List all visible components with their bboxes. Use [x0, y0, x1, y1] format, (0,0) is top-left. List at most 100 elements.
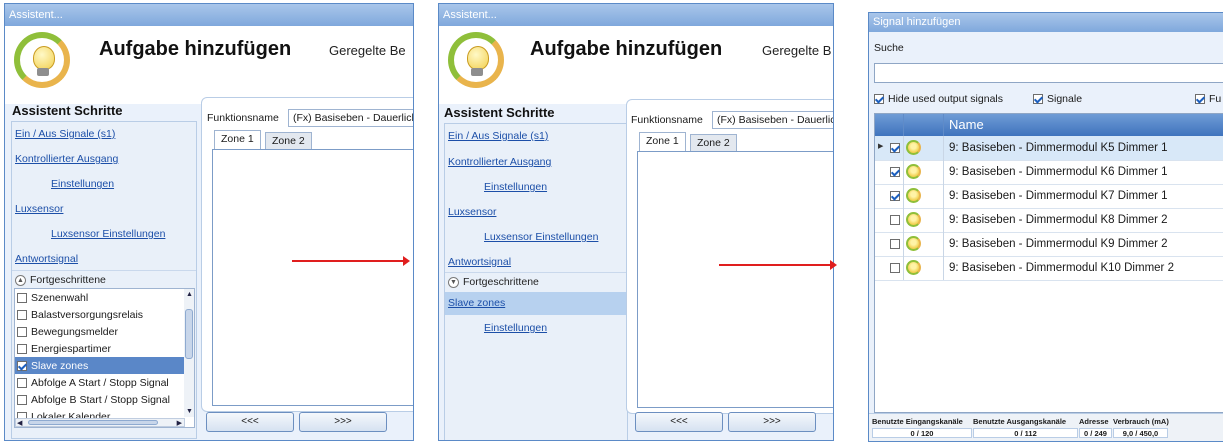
checkbox[interactable] — [890, 263, 900, 273]
step-link-response-signal[interactable]: Antwortsignal — [448, 256, 511, 268]
checkbox[interactable] — [17, 343, 27, 354]
next-button[interactable]: >>> — [728, 412, 816, 432]
checkbox-checked[interactable] — [1195, 94, 1205, 104]
lightbulb-icon — [14, 32, 70, 88]
scroll-down-icon[interactable]: ▼ — [186, 408, 193, 415]
prev-button[interactable]: <<< — [635, 412, 723, 432]
scroll-thumb[interactable] — [28, 420, 158, 425]
checkbox-checked[interactable] — [890, 143, 900, 153]
input-channels-value: 0 / 120 — [872, 428, 972, 438]
table-row[interactable]: 9: Basiseben - Dimmermodul K9 Dimmer 2 — [875, 232, 1223, 257]
address-label: Adresse — [1079, 417, 1109, 426]
search-input[interactable] — [874, 63, 1223, 83]
lightbulb-icon — [906, 188, 921, 203]
grid-header: Name — [875, 114, 1223, 136]
list-item-selected[interactable]: Slave zones — [15, 357, 194, 374]
status-bar: Benutzte Eingangskanäle Benutzte Ausgang… — [869, 413, 1223, 441]
function-name-field[interactable]: (Fx) Basiseben - Dauerlic — [712, 111, 833, 129]
checkbox[interactable] — [17, 309, 27, 320]
steps-title: Assistent Schritte — [12, 103, 123, 118]
step-link-controlled-output[interactable]: Kontrollierter Ausgang — [448, 156, 551, 168]
advanced-toggle[interactable]: ▼ Fortgeschrittene — [448, 276, 539, 288]
list-item[interactable]: Balastversorgungsrelais — [15, 306, 194, 323]
tab-zone-2[interactable]: Zone 2 — [690, 134, 737, 151]
tab-zone-2[interactable]: Zone 2 — [265, 132, 312, 149]
step-link-controlled-output[interactable]: Kontrollierter Ausgang — [15, 153, 118, 165]
step-link-on-off-signals[interactable]: Ein / Aus Signale (s1) — [15, 128, 115, 140]
signal-grid: Name ▶ 9: Basiseben - Dimmermodul K5 Dim… — [874, 113, 1223, 413]
output-channels-label: Benutzte Ausgangskanäle — [973, 417, 1067, 426]
checkbox[interactable] — [17, 292, 27, 303]
table-row[interactable]: 9: Basiseben - Dimmermodul K10 Dimmer 2 — [875, 256, 1223, 281]
steps-title: Assistent Schritte — [444, 105, 555, 120]
wizard-subtitle: Geregelte B — [762, 43, 832, 58]
table-row[interactable]: 9: Basiseben - Dimmermodul K8 Dimmer 2 — [875, 208, 1223, 233]
column-divider — [903, 136, 904, 280]
advanced-label: Fortgeschrittene — [30, 274, 106, 286]
checkbox[interactable] — [890, 215, 900, 225]
checkbox[interactable] — [17, 326, 27, 337]
steps-panel: Ein / Aus Signale (s1) Kontrollierter Au… — [11, 121, 197, 439]
wizard-header: Aufgabe hinzufügen Geregelte Be — [5, 26, 413, 104]
checkbox-checked[interactable] — [1033, 94, 1043, 104]
lightbulb-icon — [906, 140, 921, 155]
filter-signals[interactable]: Signale — [1033, 93, 1082, 105]
vertical-scrollbar[interactable]: ▲ ▼ — [184, 289, 194, 417]
checkbox-checked[interactable] — [890, 167, 900, 177]
checkbox-checked[interactable] — [17, 360, 27, 371]
tab-zone-1[interactable]: Zone 1 — [639, 132, 686, 151]
checkbox-checked[interactable] — [874, 94, 884, 104]
function-name-label: Funktionsname — [207, 112, 279, 124]
function-name-field[interactable]: (Fx) Basiseben - Dauerlich — [288, 109, 413, 127]
list-item[interactable]: Abfolge B Start / Stopp Signal — [15, 391, 194, 408]
table-row[interactable]: ▶ 9: Basiseben - Dimmermodul K5 Dimmer 1 — [875, 136, 1223, 161]
checkbox[interactable] — [890, 239, 900, 249]
window-title: Assistent... — [5, 4, 413, 26]
horizontal-scrollbar[interactable]: ◀ ▶ — [15, 418, 185, 427]
function-name-label: Funktionsname — [631, 114, 703, 126]
output-channels-value: 0 / 112 — [973, 428, 1078, 438]
prev-button[interactable]: <<< — [206, 412, 294, 432]
step-link-luxsensor-settings[interactable]: Luxsensor Einstellungen — [484, 231, 598, 243]
advanced-options-list: Szenenwahl Balastversorgungsrelais Beweg… — [14, 288, 195, 428]
step-link-response-signal[interactable]: Antwortsignal — [15, 253, 78, 265]
table-row[interactable]: 9: Basiseben - Dimmermodul K6 Dimmer 1 — [875, 160, 1223, 185]
divider — [12, 270, 196, 271]
checkbox-checked[interactable] — [890, 191, 900, 201]
list-item[interactable]: Abfolge A Start / Stopp Signal — [15, 374, 194, 391]
list-item[interactable]: Energiespartimer — [15, 340, 194, 357]
advanced-toggle[interactable]: ▲ Fortgeschrittene — [15, 274, 106, 286]
checkbox[interactable] — [17, 377, 27, 388]
next-button[interactable]: >>> — [299, 412, 387, 432]
step-link-slave-zones[interactable]: Slave zones — [448, 297, 505, 309]
row-name: 9: Basiseben - Dimmermodul K7 Dimmer 1 — [949, 190, 1168, 202]
scroll-thumb[interactable] — [185, 309, 193, 359]
step-link-luxsensor[interactable]: Luxsensor — [15, 203, 63, 215]
step-link-luxsensor-settings[interactable]: Luxsensor Einstellungen — [51, 228, 165, 240]
checkbox[interactable] — [17, 394, 27, 405]
step-link-luxsensor[interactable]: Luxsensor — [448, 206, 496, 218]
wizard-window-2: Assistent... Aufgabe hinzufügen Geregelt… — [438, 3, 834, 441]
step-link-slave-settings[interactable]: Einstellungen — [484, 322, 547, 334]
row-name: 9: Basiseben - Dimmermodul K9 Dimmer 2 — [949, 238, 1168, 250]
row-name: 9: Basiseben - Dimmermodul K6 Dimmer 1 — [949, 166, 1168, 178]
function-panel: Funktionsname (Fx) Basiseben - Dauerlich… — [201, 97, 413, 412]
tab-zone-1[interactable]: Zone 1 — [214, 130, 261, 149]
consumption-value: 9,0 / 450,0 — [1113, 428, 1168, 438]
scroll-left-icon[interactable]: ◀ — [17, 419, 22, 427]
list-item[interactable]: Bewegungsmelder — [15, 323, 194, 340]
column-header-name[interactable]: Name — [949, 114, 984, 136]
table-row[interactable]: 9: Basiseben - Dimmermodul K7 Dimmer 1 — [875, 184, 1223, 209]
scroll-right-icon[interactable]: ▶ — [177, 419, 182, 427]
list-item[interactable]: Szenenwahl — [15, 289, 194, 306]
step-link-settings[interactable]: Einstellungen — [51, 178, 114, 190]
input-channels-label: Benutzte Eingangskanäle — [872, 417, 963, 426]
filter-functions[interactable]: Fu — [1195, 93, 1221, 105]
step-link-on-off-signals[interactable]: Ein / Aus Signale (s1) — [448, 130, 548, 142]
filter-hide-used[interactable]: Hide used output signals — [874, 93, 1003, 105]
column-divider — [943, 136, 944, 280]
scroll-up-icon[interactable]: ▲ — [186, 291, 193, 298]
zone-content-area — [212, 149, 413, 406]
step-link-settings[interactable]: Einstellungen — [484, 181, 547, 193]
lightbulb-icon — [906, 236, 921, 251]
